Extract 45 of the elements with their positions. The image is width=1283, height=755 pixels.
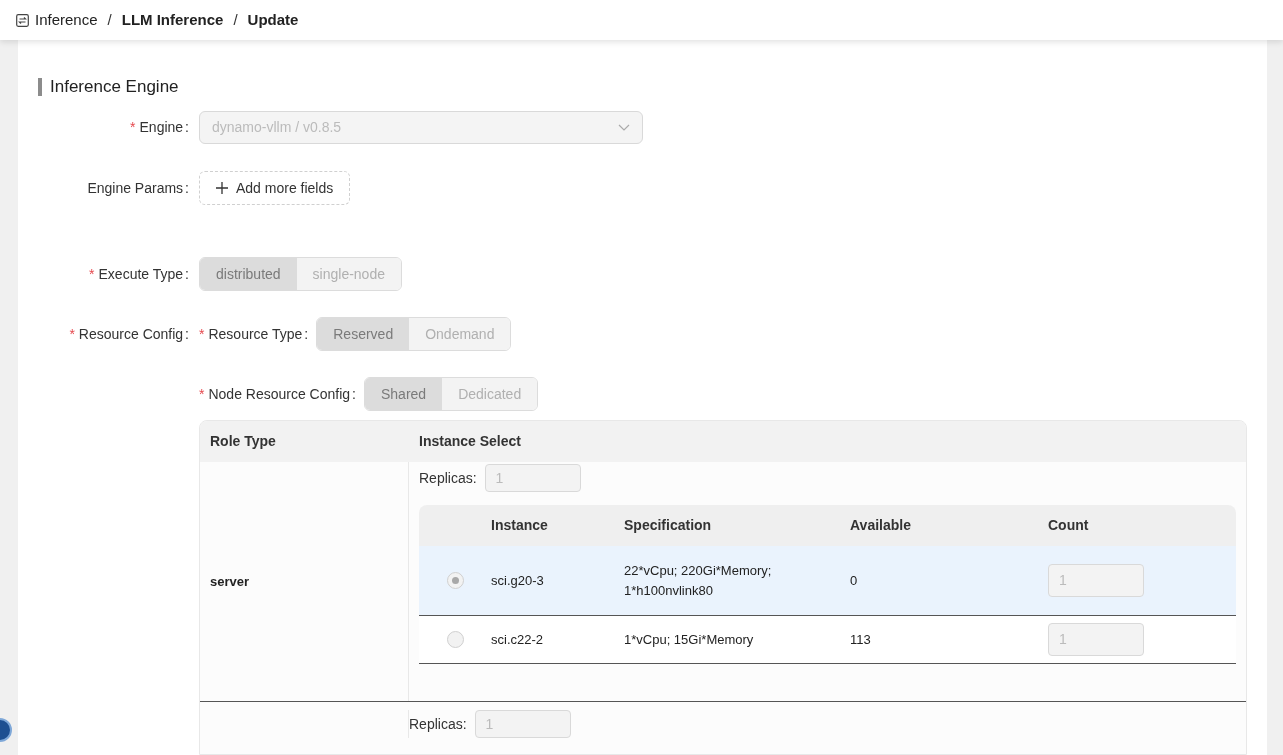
section-marker [38,78,42,96]
add-fields-button[interactable]: Add more fields [199,171,351,205]
column-header: Instance Select [419,432,521,451]
replicas-field[interactable]: 1 [474,710,571,738]
breadcrumb-separator: / [233,9,238,30]
field-label: Engine Params: [87,178,189,198]
instance-cell: sci.c22-2 [491,631,544,647]
refresh-square-icon [16,13,29,27]
count-field[interactable]: 1 [1048,564,1144,597]
field-label: * Resource Type: [199,324,309,344]
role-cell-text: server [210,572,250,591]
field-label: * Node Resource Config: [199,384,356,404]
breadcrumb-link[interactable]: LLM Inference [121,8,224,32]
section-title: Inference Engine [50,76,179,99]
available-cell: 113 [850,631,871,647]
field-label: * Engine: [130,118,189,137]
replicas-label: Replicas: [419,468,477,488]
breadcrumb-link[interactable]: Inference [35,8,98,32]
replicas-field[interactable]: 1 [484,464,581,492]
segment-option[interactable]: single-node [296,258,401,290]
segment-option[interactable]: Reserved [317,318,410,350]
column-header: Role Type [210,432,276,451]
radio-button[interactable] [446,631,464,648]
instance-row[interactable]: sci.g20-3 22*vCpu; 220Gi*Memory; 1*h100nvlink80 0 1 [419,546,1236,616]
column-header: Instance [491,517,548,533]
instance-cell: sci.g20-3 [491,572,544,588]
column-header: Specification [624,517,712,533]
column-header: Count [1048,517,1089,533]
segment-option[interactable]: Dedicated [442,378,538,410]
specification-cell: 22*vCpu; 220Gi*Memory; 1*h100nvlink80 [624,562,772,598]
replicas-label: Replicas: [409,714,467,734]
plus-icon [216,182,228,194]
breadcrumb-separator: / [107,9,112,30]
field-label: * Execute Type: [89,264,189,284]
segment-option[interactable]: distributed [200,258,297,290]
specification-cell: 1*vCpu; 15Gi*Memory [624,631,754,647]
chevron-down-icon [618,123,630,132]
breadcrumb-link[interactable]: Update [247,8,299,32]
available-cell: 0 [850,572,858,588]
radio-button[interactable] [446,572,464,589]
segment-option[interactable]: Shared [365,378,443,410]
field-label: * Resource Config: [69,324,189,344]
segment-option[interactable]: Ondemand [409,318,511,350]
column-header: Available [850,517,911,533]
count-field[interactable]: 1 [1048,623,1144,656]
